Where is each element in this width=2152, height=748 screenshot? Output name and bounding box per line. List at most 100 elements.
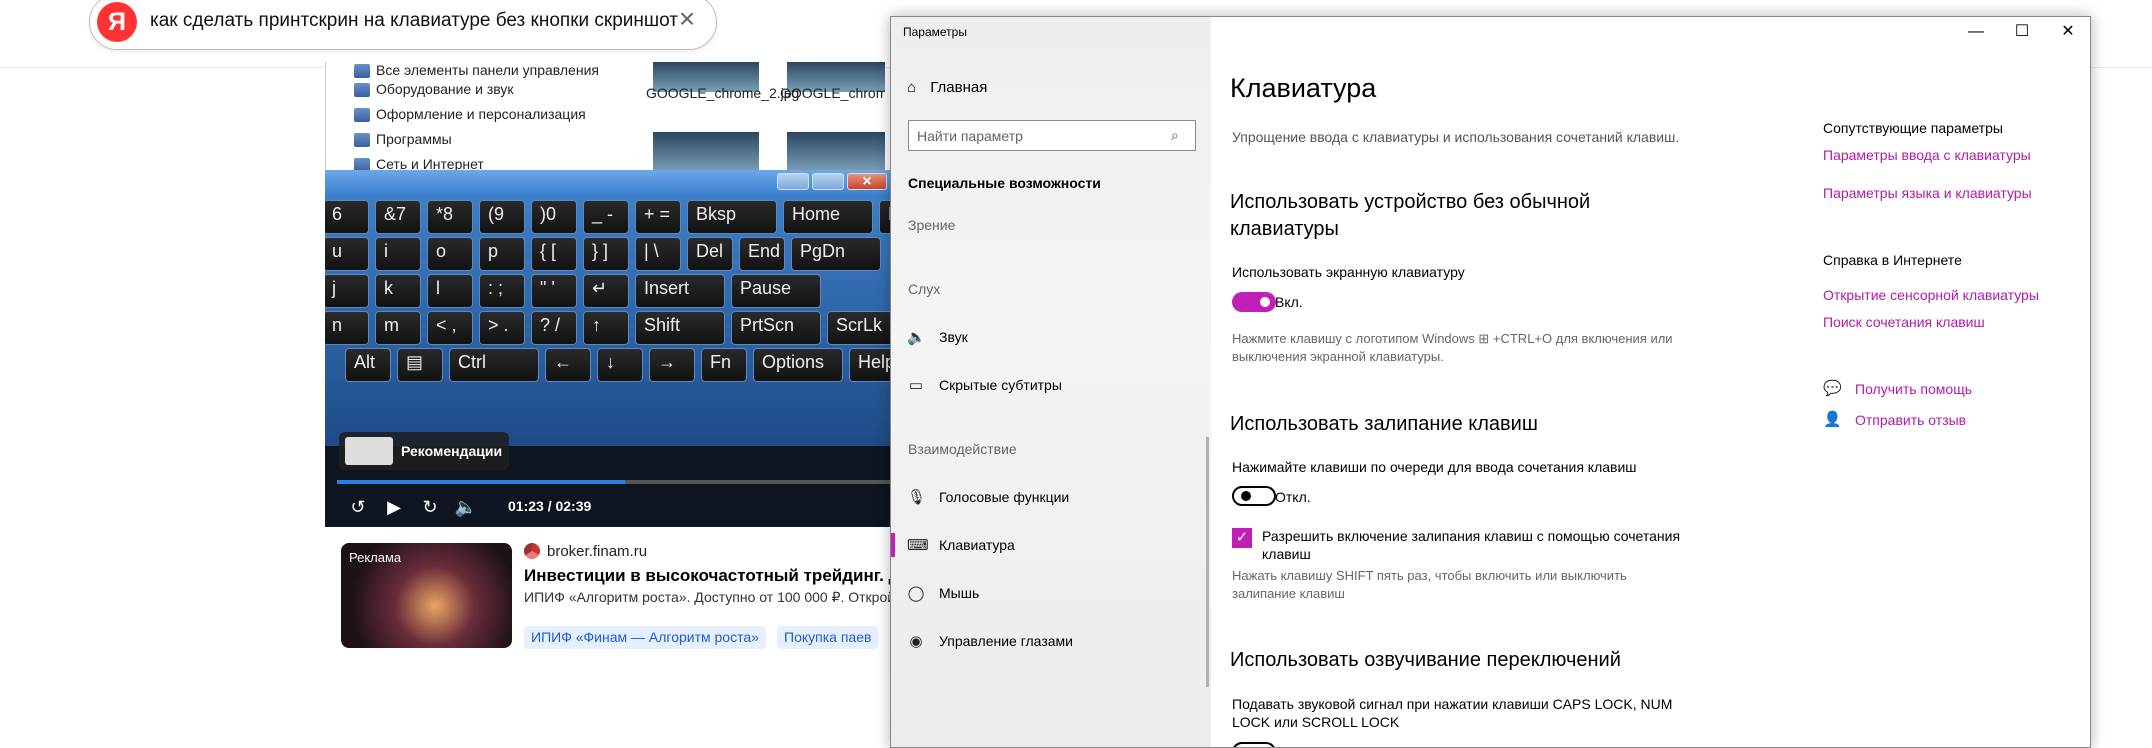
find-setting-input[interactable]: Найти параметр <box>917 128 1023 144</box>
toggle-knob <box>1260 297 1270 307</box>
osk-key: n <box>325 311 369 345</box>
nav-item-speech[interactable]: 🎙 Голосовые функции <box>891 477 1211 517</box>
video-progress-bar[interactable] <box>337 480 890 484</box>
find-setting-box[interactable]: Найти параметр ⌕ <box>908 120 1196 151</box>
osk-key: Help <box>849 348 890 382</box>
osk-key: j <box>325 274 369 308</box>
mouse-icon: ◯ <box>907 585 925 602</box>
sticky-shortcut-checkbox[interactable]: ✓ <box>1232 528 1252 548</box>
search-input[interactable]: как сделать принтскрин на клавиатуре без… <box>150 10 678 32</box>
osk-key: } ] <box>583 237 629 271</box>
link-language-keyboard[interactable]: Параметры языка и клавиатуры <box>1823 185 2032 201</box>
thumbnail-caption: GOOGLE_chrome_2.jpg <box>646 85 800 101</box>
ad-chip[interactable]: ИПИФ «Финам — Алгоритм роста» <box>524 626 766 649</box>
video-player[interactable]: × 6&7*8(9)0_ -+ =BkspHome PgUp uiop{ [} ]|… <box>325 170 890 527</box>
link-keyboard-input[interactable]: Параметры ввода с клавиатуры <box>1823 147 2031 163</box>
feedback-link[interactable]: Отправить отзыв <box>1855 412 1966 428</box>
osk-key: ScrLk <box>827 311 890 345</box>
nav-item-sound[interactable]: 🔈 Звук <box>891 317 1211 357</box>
link-touch-keyboard[interactable]: Открытие сенсорной клавиатуры <box>1823 287 2039 303</box>
osk-key: Bksp <box>687 200 777 234</box>
toggle-keys-toggle[interactable] <box>1232 742 1276 747</box>
osk-key: PgUp <box>879 200 890 234</box>
nav-home[interactable]: ⌂ Главная <box>907 79 987 96</box>
ad-chip[interactable]: Покупка паев <box>777 626 879 649</box>
osk-key: ↑ <box>583 311 629 345</box>
osk-key: i <box>375 237 421 271</box>
ad-badge: Реклама <box>349 550 402 565</box>
osk-key: ▤ <box>397 348 443 382</box>
osk-toggle[interactable] <box>1232 292 1276 312</box>
osk-key: Fn <box>701 348 747 382</box>
folder-icon <box>354 108 370 122</box>
recommendation-thumbnail <box>345 437 393 465</box>
web-help-heading: Справка в Интернете <box>1823 252 1962 268</box>
osk-toggle-state: Вкл. <box>1275 294 1303 310</box>
osk-key: ↵ <box>583 274 629 308</box>
sticky-label: Нажимайте клавиши по очереди для ввода с… <box>1232 459 1637 475</box>
nav-item-keyboard[interactable]: ⌨ Клавиатура <box>891 525 1211 565</box>
sticky-toggle[interactable] <box>1232 486 1276 506</box>
tree-item: Программы <box>354 131 452 147</box>
osk-key: PgDn <box>791 237 881 271</box>
osk-key: PrtScn <box>731 311 821 345</box>
nav-item-eye-control[interactable]: ◉ Управление глазами <box>891 621 1211 661</box>
osk-key: Shift <box>635 311 725 345</box>
osk-key: End <box>739 237 785 271</box>
eye-icon: ◉ <box>909 633 923 650</box>
ad-image[interactable]: Реклама <box>341 543 512 648</box>
sticky-check-label[interactable]: Разрешить включение залипания клавиш с п… <box>1262 527 1722 563</box>
search-icon[interactable]: ⌕ <box>1171 127 1179 144</box>
search-bar[interactable]: Я как сделать принтскрин на клавиатуре б… <box>89 0 717 50</box>
clear-search-icon[interactable]: × <box>675 5 699 33</box>
osk-key: l <box>427 274 473 308</box>
ad-title[interactable]: Инвестиции в высокочастотный трейдинг. Д… <box>524 566 890 586</box>
settings-sidebar: Параметры ⌂ Главная Найти параметр ⌕ Спе… <box>891 17 1211 747</box>
minimize-button[interactable]: — <box>1953 17 1999 47</box>
thumbnail-image <box>787 132 885 172</box>
ad-domain[interactable]: broker.finam.ru <box>547 543 647 560</box>
nav-item-mouse[interactable]: ◯ Мышь <box>891 573 1211 613</box>
home-icon: ⌂ <box>907 79 917 96</box>
osk-key: + = <box>635 200 681 234</box>
osk-key: > . <box>479 311 525 345</box>
rewind-10-icon[interactable]: ↺ <box>345 496 371 518</box>
volume-icon[interactable]: 🔈 <box>453 496 479 518</box>
forward-10-icon[interactable]: ↻ <box>417 496 443 518</box>
keyboard-icon: ⌨ <box>907 537 929 554</box>
video-progress-fill <box>337 480 625 484</box>
close-button[interactable]: ✕ <box>2045 17 2090 47</box>
link-shortcut-search[interactable]: Поиск сочетания клавиш <box>1823 314 1985 330</box>
osk-key: ? / <box>531 311 577 345</box>
related-settings-heading: Сопутствующие параметры <box>1823 120 2003 136</box>
explorer-fragment: Все элементы панели управления Оборудова… <box>325 62 885 172</box>
maximize-button[interactable]: ☐ <box>1999 17 2045 47</box>
osk-key: )0 <box>531 200 577 234</box>
yandex-logo-icon[interactable]: Я <box>97 2 137 42</box>
window-title: Параметры <box>903 25 967 39</box>
sticky-toggle-state: Откл. <box>1275 489 1311 505</box>
play-icon[interactable]: ▶ <box>381 496 407 518</box>
osk-key: Alt <box>345 348 391 382</box>
recommendations-label: Рекомендации <box>401 443 503 459</box>
thumbnail-image <box>653 132 759 172</box>
osk-key: *8 <box>427 200 473 234</box>
sticky-help: Нажать клавишу SHIFT пять раз, чтобы вкл… <box>1232 568 1627 601</box>
osk-key: &7 <box>375 200 421 234</box>
osk-key: Home <box>783 200 873 234</box>
speaker-icon: 🔈 <box>907 329 926 346</box>
recommendations-button[interactable]: Рекомендации <box>339 432 509 470</box>
video-controls: ↺ ▶ ↻ 🔈 01:23 / 02:39 <box>325 488 890 527</box>
section-heading-sticky: Использовать залипание клавиш <box>1230 413 1538 435</box>
get-help-link[interactable]: Получить помощь <box>1855 381 1972 397</box>
ad-description: ИПИФ «Алгоритм роста». Доступно от 100 0… <box>524 589 890 605</box>
toggle-knob <box>1241 491 1251 501</box>
ad-block[interactable]: Реклама broker.finam.ru Инвестиции в выс… <box>325 527 890 664</box>
nav-item-captions[interactable]: ▭ Скрытые субтитры <box>891 365 1211 405</box>
osk-key: u <box>325 237 369 271</box>
feedback-icon: 👤 <box>1823 411 1842 428</box>
sidebar-scrollbar[interactable] <box>1206 437 1209 687</box>
osk-key: ← <box>545 348 591 382</box>
maximize-icon <box>812 173 844 190</box>
nav-section-vision: Зрение <box>908 217 956 233</box>
